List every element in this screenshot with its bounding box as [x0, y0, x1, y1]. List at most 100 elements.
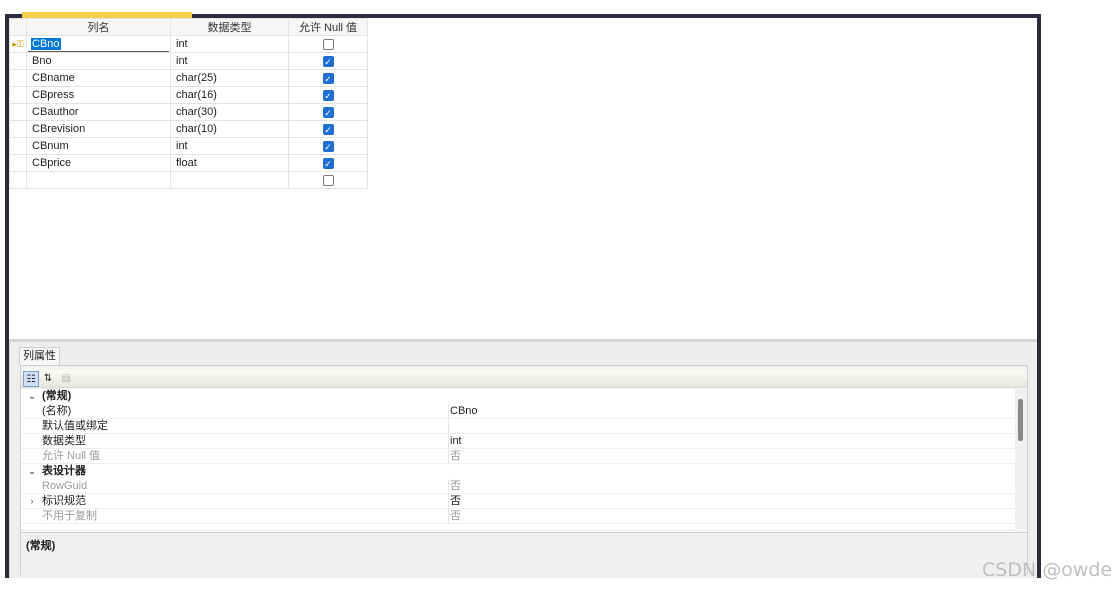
row-selector[interactable]	[9, 69, 27, 87]
column-properties-tab[interactable]: 列属性	[19, 347, 60, 365]
row-header-corner	[9, 18, 27, 36]
column-name-cell[interactable]: CBpress	[26, 86, 171, 104]
table-row[interactable]: CBpress char(16) ✓	[9, 86, 368, 104]
property-name: 不用于复制	[42, 510, 97, 522]
table-row[interactable]: ▸⚿ CBno int	[9, 35, 368, 53]
row-selector[interactable]: ▸⚿	[9, 35, 27, 53]
column-name-cell[interactable]: CBprice	[26, 154, 171, 172]
expand-chevron-icon[interactable]: ›	[26, 494, 38, 509]
property-name: 默认值或绑定	[42, 420, 108, 432]
property-toolbar: ☷ ⇅ ▤	[21, 370, 1027, 388]
property-name: 数据类型	[42, 435, 86, 447]
property-value[interactable]: CBno	[448, 404, 1015, 419]
property-grid: ⌄ (常规) (名称) CBno 默认值或绑定 数据类型 int 允许 Null 值否 ⌄ 表设计…	[21, 389, 1027, 529]
column-name-cell[interactable]: CBrevision	[26, 120, 171, 138]
header-data-type[interactable]: 数据类型	[170, 18, 289, 36]
data-type-cell[interactable]: char(16)	[170, 86, 289, 104]
table-designer-grid: 列名 数据类型 允许 Null 值 ▸⚿ CBno int Bno int ✓ CBname…	[9, 18, 1037, 340]
row-selector[interactable]	[9, 154, 27, 172]
primary-key-icon: ▸⚿	[12, 39, 24, 49]
row-selector[interactable]	[9, 86, 27, 104]
allow-null-cell: ✓	[288, 103, 368, 121]
column-properties-panel: 列属性 ☷ ⇅ ▤ ⌄ (常规) (名称) CBno 默认值或绑定 数据类型 int 允许 N…	[9, 342, 1037, 578]
property-description-pane: (常规)	[21, 532, 1027, 575]
property-value[interactable]: int	[448, 434, 1015, 449]
property-row[interactable]: 数据类型 int	[21, 434, 1015, 449]
property-value[interactable]	[448, 419, 1015, 434]
allow-null-checkbox[interactable]: ✓	[322, 89, 334, 101]
column-name-cell[interactable]	[26, 171, 171, 189]
column-name-cell[interactable]: Bno	[26, 52, 171, 70]
column-name-cell[interactable]: CBnum	[26, 137, 171, 155]
property-name: RowGuid	[42, 480, 88, 492]
categorized-icon[interactable]: ☷	[23, 371, 39, 387]
data-type-cell[interactable]: char(30)	[170, 103, 289, 121]
property-row[interactable]: 默认值或绑定	[21, 419, 1015, 434]
data-type-cell[interactable]: int	[170, 52, 289, 70]
header-allow-null[interactable]: 允许 Null 值	[288, 18, 368, 36]
scrollbar-thumb[interactable]	[1018, 399, 1023, 441]
data-type-cell[interactable]: int	[170, 137, 289, 155]
property-row[interactable]: (名称) CBno	[21, 404, 1015, 419]
property-name: (名称)	[42, 405, 72, 417]
property-row[interactable]: 允许 Null 值 否	[21, 449, 1015, 464]
alphabetical-sort-icon[interactable]: ⇅	[40, 371, 56, 387]
property-row[interactable]: › 标识规范 否	[21, 494, 1015, 509]
table-row[interactable]: CBnum int ✓	[9, 137, 368, 155]
collapse-chevron-icon[interactable]: ⌄	[26, 464, 38, 479]
data-type-cell[interactable]: float	[170, 154, 289, 172]
property-value[interactable]: 否	[448, 449, 1015, 464]
allow-null-cell: ✓	[288, 154, 368, 172]
allow-null-cell: ✓	[288, 69, 368, 87]
allow-null-checkbox[interactable]: ✓	[322, 140, 334, 152]
row-selector[interactable]	[9, 137, 27, 155]
table-row[interactable]	[9, 171, 368, 189]
data-type-cell[interactable]	[170, 171, 289, 189]
allow-null-checkbox[interactable]: ✓	[322, 157, 334, 169]
allow-null-cell	[288, 35, 368, 53]
table-row[interactable]: CBauthor char(30) ✓	[9, 103, 368, 121]
allow-null-checkbox[interactable]: ✓	[322, 106, 334, 118]
table-row[interactable]: CBrevision char(10) ✓	[9, 120, 368, 138]
column-name-text[interactable]: CBno	[31, 37, 61, 50]
property-grid-scrollbar[interactable]	[1015, 389, 1027, 529]
row-selector[interactable]	[9, 103, 27, 121]
property-value[interactable]: 否	[448, 494, 1015, 509]
property-row[interactable]: RowGuid 否	[21, 479, 1015, 494]
row-selector[interactable]	[9, 52, 27, 70]
column-name-cell-editing[interactable]: CBno	[26, 35, 171, 53]
property-category[interactable]: ⌄ 表设计器	[21, 464, 1015, 479]
collapse-chevron-icon[interactable]: ⌄	[26, 389, 38, 404]
table-row[interactable]: CBname char(25) ✓	[9, 69, 368, 87]
property-name: 允许 Null 值	[42, 450, 101, 462]
category-label: (常规)	[42, 390, 72, 402]
allow-null-checkbox[interactable]: ✓	[322, 55, 334, 67]
header-column-name[interactable]: 列名	[26, 18, 171, 36]
allow-null-checkbox[interactable]: ✓	[322, 72, 334, 84]
table-row[interactable]: CBprice float ✓	[9, 154, 368, 172]
property-name: 标识规范	[42, 495, 86, 507]
property-row[interactable]: 不用于复制 否	[21, 509, 1015, 524]
allow-null-checkbox[interactable]	[322, 38, 334, 50]
column-name-cell[interactable]: CBauthor	[26, 103, 171, 121]
data-type-cell[interactable]: char(25)	[170, 69, 289, 87]
description-title: (常规)	[26, 540, 56, 552]
allow-null-cell: ✓	[288, 86, 368, 104]
allow-null-checkbox[interactable]	[322, 174, 334, 186]
data-type-cell[interactable]: int	[170, 35, 289, 53]
row-selector[interactable]	[9, 171, 27, 189]
data-type-cell[interactable]: char(10)	[170, 120, 289, 138]
allow-null-cell: ✓	[288, 52, 368, 70]
allow-null-checkbox[interactable]: ✓	[322, 123, 334, 135]
window-frame-right	[1037, 14, 1041, 578]
property-value[interactable]: 否	[448, 509, 1015, 524]
watermark-text: CSDN @owde	[982, 559, 1113, 581]
property-category[interactable]: ⌄ (常规)	[21, 389, 1015, 404]
column-name-cell[interactable]: CBname	[26, 69, 171, 87]
table-row[interactable]: Bno int ✓	[9, 52, 368, 70]
allow-null-cell: ✓	[288, 137, 368, 155]
row-selector[interactable]	[9, 120, 27, 138]
property-value[interactable]: 否	[448, 479, 1015, 494]
allow-null-cell: ✓	[288, 120, 368, 138]
property-pages-icon[interactable]: ▤	[58, 371, 74, 387]
